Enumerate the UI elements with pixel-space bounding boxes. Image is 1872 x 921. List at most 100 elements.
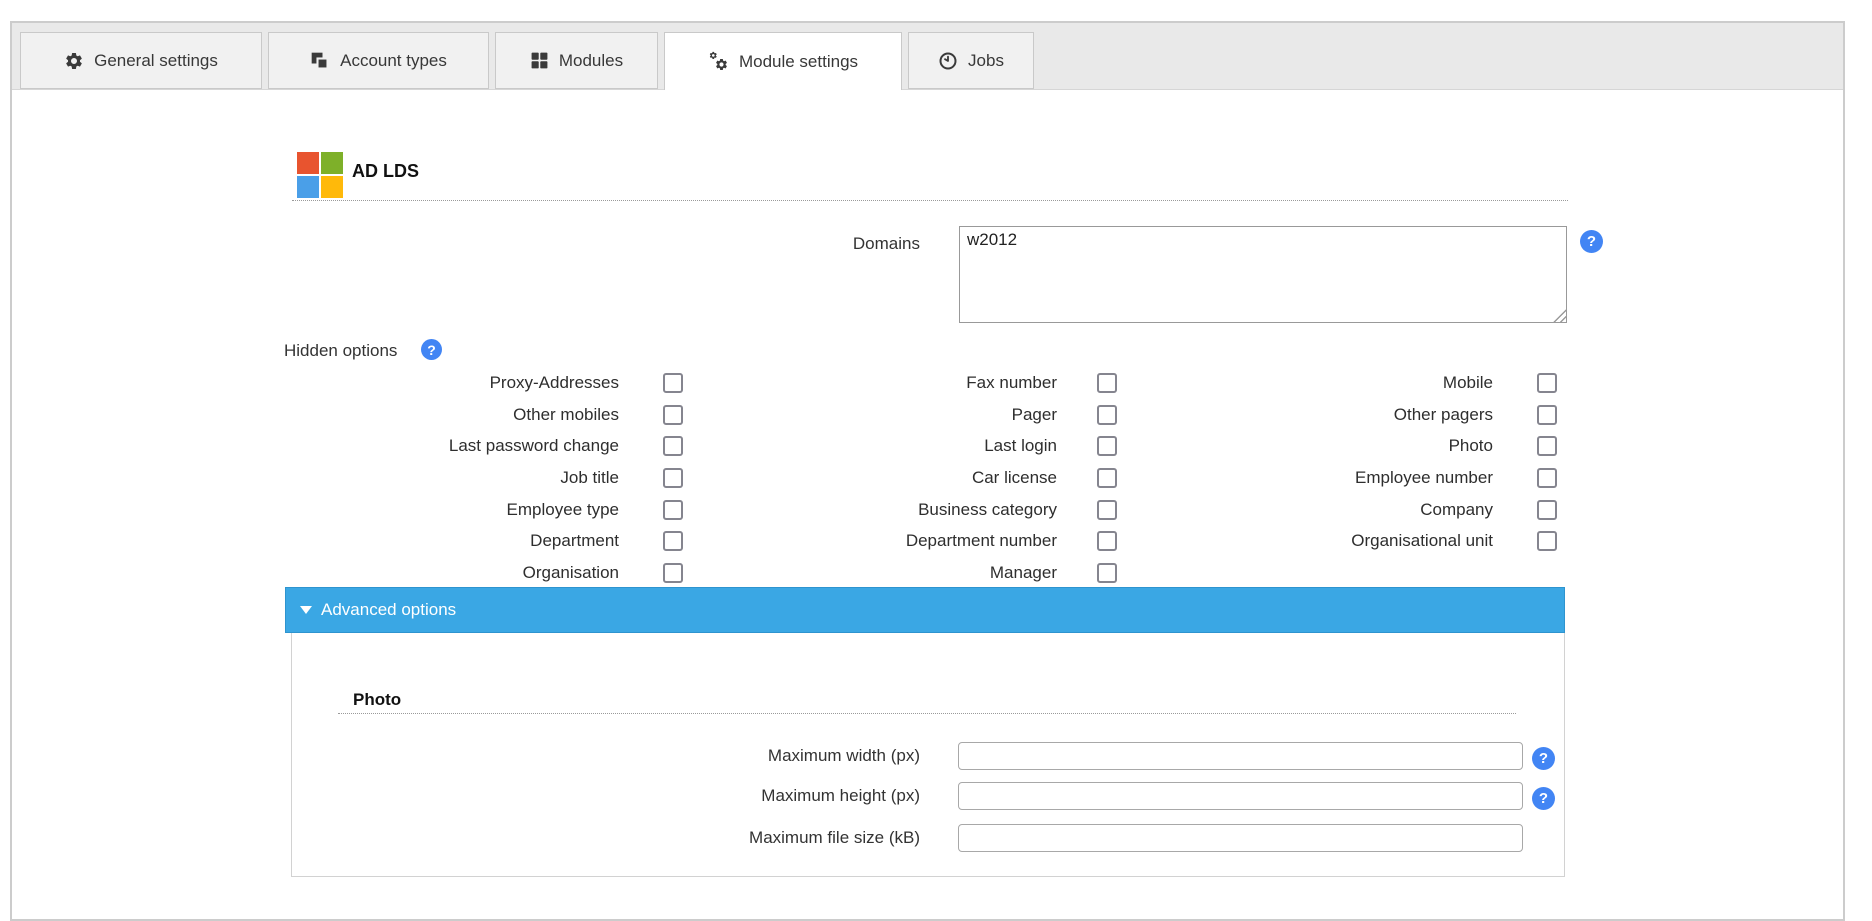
tab-modules[interactable]: Modules — [495, 32, 658, 89]
maximum-height-input[interactable] — [958, 782, 1523, 810]
hidden-option-row: Business category — [714, 494, 1117, 526]
modules-grid-icon — [530, 51, 549, 70]
advanced-options-header[interactable]: Advanced options — [285, 587, 1565, 633]
tab-module-settings[interactable]: Module settings — [664, 32, 902, 90]
hidden-option-checkbox[interactable] — [1097, 468, 1117, 488]
hidden-option-label: Other mobiles — [280, 405, 619, 425]
hidden-option-label: Manager — [714, 563, 1057, 583]
hidden-option-checkbox[interactable] — [1537, 500, 1557, 520]
account-types-icon — [310, 51, 330, 71]
ad-lds-logo — [297, 152, 343, 198]
maximum-width-label: Maximum width (px) — [500, 745, 920, 767]
hidden-option-checkbox[interactable] — [1537, 531, 1557, 551]
header-divider — [292, 200, 1568, 201]
hidden-option-label: Fax number — [714, 373, 1057, 393]
hidden-option-row: Department — [280, 525, 683, 557]
hidden-option-row: Organisation — [280, 557, 683, 589]
domains-label: Domains — [492, 234, 920, 254]
hidden-option-row: Last login — [714, 430, 1117, 462]
help-icon[interactable]: ? — [1532, 747, 1555, 770]
hidden-option-label: Employee number — [1154, 468, 1493, 488]
gear-icon — [64, 51, 84, 71]
hidden-option-checkbox[interactable] — [1537, 405, 1557, 425]
hidden-option-row: Photo — [1154, 430, 1557, 462]
tab-general-settings[interactable]: General settings — [20, 32, 262, 89]
hidden-option-label: Company — [1154, 500, 1493, 520]
module-title: AD LDS — [352, 161, 419, 182]
hidden-option-label: Department number — [714, 531, 1057, 551]
hidden-option-checkbox[interactable] — [1097, 500, 1117, 520]
logo-square-yellow — [321, 176, 343, 198]
hidden-option-checkbox[interactable] — [663, 436, 683, 456]
logo-square-red — [297, 152, 319, 174]
hidden-option-label: Job title — [280, 468, 619, 488]
hidden-option-row: Pager — [714, 399, 1117, 431]
gears-icon — [708, 51, 729, 72]
module-settings-page: General settings Account types Modules M… — [0, 0, 1872, 903]
hidden-option-label: Photo — [1154, 436, 1493, 456]
tab-label: Account types — [340, 51, 447, 71]
tab-bar: General settings Account types Modules M… — [12, 23, 1843, 90]
hidden-option-checkbox[interactable] — [663, 500, 683, 520]
hidden-option-checkbox[interactable] — [663, 468, 683, 488]
maximum-width-input[interactable] — [958, 742, 1523, 770]
hidden-option-label: Pager — [714, 405, 1057, 425]
clock-icon — [938, 51, 958, 71]
photo-section-title: Photo — [353, 690, 401, 710]
hidden-option-row: Other pagers — [1154, 399, 1557, 431]
hidden-option-checkbox[interactable] — [663, 563, 683, 583]
hidden-option-label: Car license — [714, 468, 1057, 488]
tab-label: Modules — [559, 51, 623, 71]
hidden-options-column: Proxy-Addresses Other mobiles Last passwor… — [280, 367, 683, 589]
hidden-option-row: Department number — [714, 525, 1117, 557]
hidden-option-label: Last password change — [280, 436, 619, 456]
hidden-option-row: Manager — [714, 557, 1117, 589]
hidden-option-checkbox[interactable] — [1537, 468, 1557, 488]
help-icon[interactable]: ? — [1580, 230, 1603, 253]
hidden-option-checkbox[interactable] — [1097, 436, 1117, 456]
hidden-option-label: Employee type — [280, 500, 619, 520]
tab-label: General settings — [94, 51, 218, 71]
logo-square-blue — [297, 176, 319, 198]
hidden-option-label: Last login — [714, 436, 1057, 456]
hidden-option-label: Organisational unit — [1154, 531, 1493, 551]
advanced-options-label: Advanced options — [321, 600, 456, 620]
logo-square-green — [321, 152, 343, 174]
hidden-option-row: Fax number — [714, 367, 1117, 399]
hidden-option-checkbox[interactable] — [1537, 373, 1557, 393]
hidden-option-checkbox[interactable] — [1097, 563, 1117, 583]
hidden-options-column: Fax number Pager Last login Car license Busi… — [714, 367, 1117, 589]
hidden-option-row: Job title — [280, 462, 683, 494]
hidden-option-label: Proxy-Addresses — [280, 373, 619, 393]
hidden-option-row: Car license — [714, 462, 1117, 494]
hidden-option-label: Department — [280, 531, 619, 551]
hidden-option-label: Other pagers — [1154, 405, 1493, 425]
hidden-options-label: Hidden options — [284, 341, 397, 361]
hidden-option-label: Organisation — [280, 563, 619, 583]
hidden-option-checkbox[interactable] — [1097, 531, 1117, 551]
maximum-height-label: Maximum height (px) — [500, 785, 920, 807]
hidden-option-row: Employee number — [1154, 462, 1557, 494]
hidden-options-column: Mobile Other pagers Photo Employee number Co… — [1154, 367, 1557, 557]
hidden-option-row: Last password change — [280, 430, 683, 462]
hidden-option-checkbox[interactable] — [663, 405, 683, 425]
hidden-option-checkbox[interactable] — [663, 373, 683, 393]
hidden-option-row: Other mobiles — [280, 399, 683, 431]
domains-textarea[interactable]: w2012 — [959, 226, 1567, 323]
maximum-file-size-label: Maximum file size (kB) — [500, 827, 920, 849]
tab-label: Module settings — [739, 52, 858, 72]
hidden-option-row: Proxy-Addresses — [280, 367, 683, 399]
hidden-option-checkbox[interactable] — [1097, 405, 1117, 425]
help-icon[interactable]: ? — [1532, 787, 1555, 810]
hidden-option-checkbox[interactable] — [1097, 373, 1117, 393]
hidden-option-row: Organisational unit — [1154, 525, 1557, 557]
tab-account-types[interactable]: Account types — [268, 32, 489, 89]
hidden-option-checkbox[interactable] — [1537, 436, 1557, 456]
tab-jobs[interactable]: Jobs — [908, 32, 1034, 89]
hidden-option-label: Mobile — [1154, 373, 1493, 393]
hidden-option-checkbox[interactable] — [663, 531, 683, 551]
help-icon[interactable]: ? — [421, 339, 442, 360]
hidden-option-row: Employee type — [280, 494, 683, 526]
hidden-option-row: Company — [1154, 494, 1557, 526]
maximum-file-size-input[interactable] — [958, 824, 1523, 852]
